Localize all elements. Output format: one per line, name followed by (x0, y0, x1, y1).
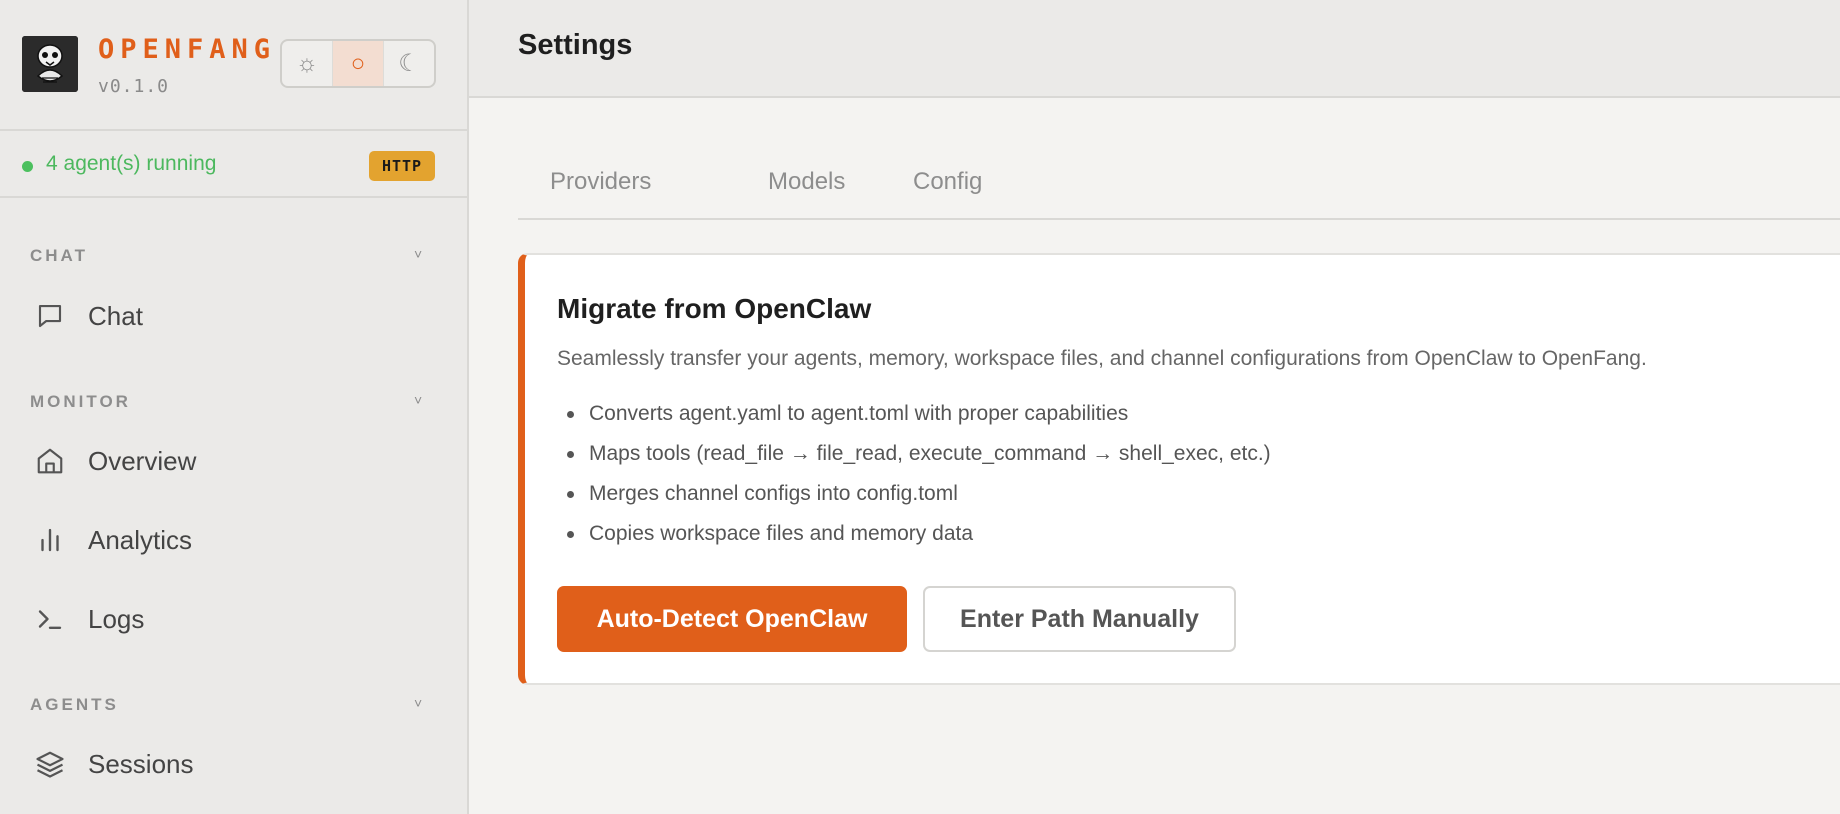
status-text: 4 agent(s) running (46, 152, 217, 175)
card-title: Migrate from OpenClaw (557, 293, 872, 324)
top-bar: Settings (469, 0, 1840, 98)
chevron-down-icon[interactable]: ˅ (414, 695, 422, 711)
sun-icon[interactable]: ☼ (282, 41, 332, 86)
chevron-down-icon[interactable]: ˅ (414, 246, 422, 262)
section-label-monitor[interactable]: MONITOR (30, 392, 131, 412)
auto-detect-button[interactable]: Auto-Detect OpenClaw (557, 586, 907, 652)
sidebar-item-chat[interactable]: Chat (30, 288, 440, 344)
sidebar-item-logs[interactable]: Logs (30, 591, 440, 647)
bar-chart-icon (30, 520, 70, 560)
moon-icon[interactable]: ☾ (383, 41, 434, 86)
home-icon (30, 441, 70, 481)
settings-tabs: Providers Models Config (518, 158, 1840, 220)
list-item: Copies workspace files and memory data (557, 521, 1271, 561)
sidebar-item-overview[interactable]: Overview (30, 433, 440, 489)
layers-icon (30, 744, 70, 784)
brand-header: OPENFANG v0.1.0 ☼ ○ ☾ (0, 0, 467, 131)
sidebar-item-label: Sessions (88, 748, 194, 779)
tab-models[interactable]: Models (768, 168, 845, 196)
enter-path-button[interactable]: Enter Path Manually (923, 586, 1236, 652)
status-bar: 4 agent(s) running HTTP (0, 133, 467, 198)
list-item: Merges channel configs into config.toml (557, 481, 1271, 521)
terminal-icon (30, 599, 70, 639)
section-label-agents[interactable]: AGENTS (30, 695, 119, 715)
page-title: Settings (518, 29, 633, 61)
section-label-chat[interactable]: CHAT (30, 246, 88, 266)
migrate-card: Migrate from OpenClaw Seamlessly transfe… (518, 253, 1840, 685)
list-item: Converts agent.yaml to agent.toml with p… (557, 401, 1271, 441)
sidebar-item-label: Analytics (88, 524, 193, 555)
http-badge: HTTP (369, 151, 435, 181)
sidebar-item-label: Logs (88, 603, 145, 634)
status-dot (22, 161, 33, 172)
app-version: v0.1.0 (98, 76, 170, 97)
brand-name: OPENFANG (98, 34, 277, 65)
card-description: Seamlessly transfer your agents, memory,… (557, 347, 1647, 370)
theme-toggle: ☼ ○ ☾ (280, 39, 436, 88)
chevron-down-icon[interactable]: ˅ (414, 392, 422, 408)
chat-bubble-icon (30, 296, 70, 336)
tab-providers[interactable]: Providers (550, 168, 651, 196)
sidebar-item-label: Chat (88, 300, 143, 331)
sidebar-item-sessions[interactable]: Sessions (30, 736, 440, 792)
sidebar-item-label: Overview (88, 445, 197, 476)
feature-list: Converts agent.yaml to agent.toml with p… (557, 401, 1271, 561)
main-content: Settings Providers Models Config Migrate… (469, 0, 1840, 814)
tab-config[interactable]: Config (913, 168, 982, 196)
sidebar: OPENFANG v0.1.0 ☼ ○ ☾ 4 agent(s) running… (0, 0, 469, 814)
circle-icon[interactable]: ○ (332, 41, 383, 86)
sidebar-item-analytics[interactable]: Analytics (30, 512, 440, 568)
list-item: Maps tools (read_file → file_read, execu… (557, 441, 1271, 481)
app-logo (22, 36, 78, 92)
